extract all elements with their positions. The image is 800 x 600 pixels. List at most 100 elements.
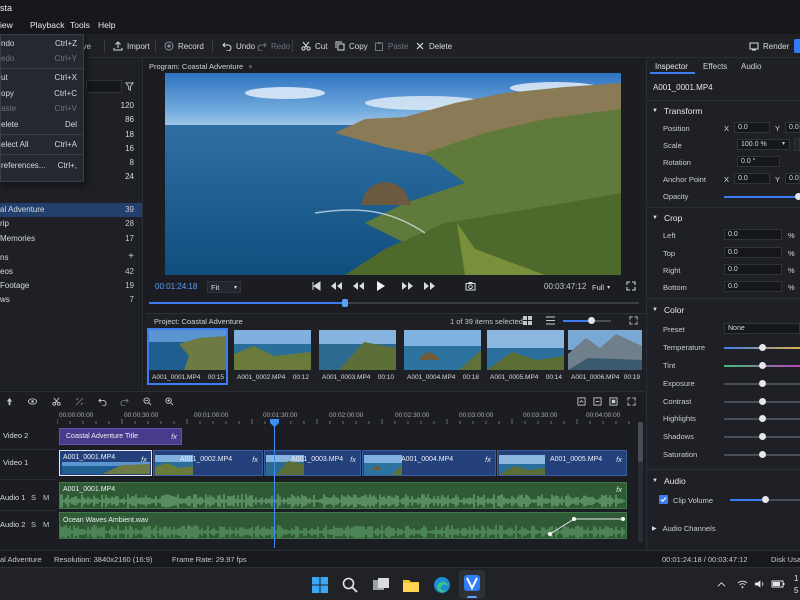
- video-clip[interactable]: A001_0002.MP4 fx: [153, 450, 263, 476]
- menu-item-undo[interactable]: ndo Ctrl+Z: [1, 37, 83, 51]
- link-scale-button[interactable]: [794, 138, 800, 151]
- tab-audio[interactable]: Audio: [741, 62, 761, 71]
- record-button[interactable]: Record: [164, 39, 204, 53]
- tab-inspector[interactable]: Inspector: [655, 62, 688, 71]
- zoom-select[interactable]: Fit ▾: [207, 281, 241, 293]
- fast-forward-button[interactable]: [424, 281, 436, 293]
- paste-button[interactable]: Paste: [374, 39, 408, 53]
- keyframe[interactable]: [548, 532, 552, 536]
- track-header-audio-2[interactable]: Audio 2 S M: [0, 512, 56, 536]
- slider-handle[interactable]: [758, 344, 766, 351]
- slider-handle[interactable]: [758, 415, 766, 422]
- menu-item-select-all[interactable]: elect All Ctrl+A: [1, 138, 83, 152]
- anchor-x-field[interactable]: 0.0: [734, 173, 770, 184]
- transform-section-header[interactable]: ▼ Transform: [652, 106, 702, 116]
- cut-button[interactable]: Cut: [301, 39, 327, 53]
- redo-button[interactable]: Redo: [257, 39, 290, 53]
- bin-clip[interactable]: A001_0002.MP4 00:12: [234, 330, 311, 383]
- eye-icon[interactable]: [28, 397, 37, 406]
- opacity-slider[interactable]: [724, 193, 800, 200]
- menu-item-redo[interactable]: edo Ctrl+Y: [1, 52, 83, 66]
- volume-icon[interactable]: [754, 579, 765, 589]
- menu-help[interactable]: Help: [98, 20, 115, 30]
- import-button[interactable]: Import: [113, 39, 150, 53]
- position-y-field[interactable]: 0.0: [785, 122, 800, 133]
- bin-clip[interactable]: A001_0003.MP4 00:10: [319, 330, 396, 383]
- rotation-field[interactable]: 0.0 °: [737, 156, 780, 167]
- audio-clip[interactable]: Ocean Waves Ambient.wav: [59, 512, 627, 539]
- clip-volume-checkbox[interactable]: [659, 495, 668, 504]
- edge-browser-icon[interactable]: [433, 576, 451, 594]
- quality-select[interactable]: Full ▾: [592, 281, 620, 293]
- bin-clip[interactable]: A001_0006.MP4 00:19: [568, 330, 642, 383]
- smart-bin-item[interactable]: eos 42: [0, 265, 142, 279]
- copy-button[interactable]: Copy: [335, 39, 368, 53]
- add-icon[interactable]: +: [128, 251, 134, 262]
- go-to-start-button[interactable]: [311, 281, 323, 293]
- keyframe[interactable]: [621, 517, 625, 521]
- slider-handle[interactable]: [761, 496, 769, 503]
- bin-clip[interactable]: A001_0001.MP4 00:15: [147, 328, 228, 385]
- bin-clip[interactable]: A001_0004.MP4 00:18: [404, 330, 481, 383]
- smart-bin-item[interactable]: ws 7: [0, 293, 142, 307]
- fx-badge[interactable]: fx: [171, 432, 177, 441]
- program-scrubber[interactable]: [149, 299, 639, 307]
- crop-section-header[interactable]: ▼ Crop: [652, 213, 682, 223]
- solo-button[interactable]: S: [31, 520, 36, 529]
- wifi-icon[interactable]: [737, 579, 748, 589]
- fx-badge[interactable]: fx: [616, 485, 622, 494]
- slider-handle[interactable]: [588, 317, 596, 324]
- track-header-video-2[interactable]: Video 2: [0, 424, 56, 448]
- step-back-button[interactable]: [353, 281, 365, 293]
- menu-item-preferences[interactable]: references... Ctrl+,: [1, 159, 83, 173]
- audio-section-header[interactable]: ▼ Audio: [652, 476, 686, 486]
- zoom-in-icon[interactable]: [165, 397, 174, 406]
- menu-playback[interactable]: Playback: [30, 20, 65, 30]
- contrast-slider[interactable]: [724, 398, 800, 405]
- thumbnail-size-slider[interactable]: [563, 317, 611, 324]
- snapshot-button[interactable]: [465, 281, 477, 293]
- play-button[interactable]: [376, 280, 388, 294]
- menu-item-delete[interactable]: elete Del: [1, 118, 83, 132]
- scrubber-handle[interactable]: [341, 299, 348, 307]
- step-forward-button[interactable]: [402, 281, 414, 293]
- video-clip[interactable]: A001_0003.MP4 fx: [264, 450, 361, 476]
- expand-bin-button[interactable]: [629, 316, 640, 327]
- bin-item-coastal-adventure[interactable]: al Adventure 39: [0, 203, 142, 217]
- redo-icon[interactable]: [120, 397, 129, 406]
- overwrite-icon[interactable]: [609, 397, 618, 406]
- menu-item-copy[interactable]: opy Ctrl+C: [1, 87, 83, 101]
- crop-top-field[interactable]: 0.0: [724, 247, 782, 258]
- render-button[interactable]: Render: [749, 39, 789, 53]
- position-x-field[interactable]: 0.0: [734, 122, 770, 133]
- menu-item-paste[interactable]: aste Ctrl+V: [1, 102, 83, 116]
- fx-badge[interactable]: fx: [141, 455, 147, 464]
- delete-button[interactable]: Delete: [415, 39, 452, 53]
- exposure-slider[interactable]: [724, 380, 800, 387]
- library-search-input[interactable]: [86, 80, 122, 93]
- expand-icon[interactable]: [627, 397, 636, 406]
- slider-handle[interactable]: [758, 433, 766, 440]
- crop-left-field[interactable]: 0.0: [724, 229, 782, 240]
- temperature-slider[interactable]: [724, 344, 800, 351]
- video-clip[interactable]: A001_0005.MP4 fx: [497, 450, 627, 476]
- scrollbar-thumb[interactable]: [638, 422, 643, 462]
- insert-icon[interactable]: [593, 397, 602, 406]
- saturation-slider[interactable]: [724, 451, 800, 458]
- fullscreen-button[interactable]: [626, 281, 638, 293]
- fx-badge[interactable]: fx: [350, 455, 356, 464]
- rewind-button[interactable]: [331, 281, 343, 293]
- menu-item-cut[interactable]: ut Ctrl+X: [1, 71, 83, 85]
- unlink-icon[interactable]: [75, 397, 84, 406]
- slider-handle[interactable]: [758, 398, 766, 405]
- anchor-y-field[interactable]: 0.0: [785, 173, 800, 184]
- marker-icon[interactable]: [577, 397, 586, 406]
- track-header-audio-1[interactable]: Audio 1 S M: [0, 482, 56, 506]
- timeline-vertical-scrollbar[interactable]: [638, 422, 643, 542]
- search-icon[interactable]: [341, 576, 359, 594]
- bin-clip[interactable]: A001_0005.MP4 00:14: [487, 330, 564, 383]
- timeline-playhead[interactable]: [274, 420, 275, 548]
- slider-handle[interactable]: [758, 362, 766, 369]
- bin-item-memories[interactable]: Memories 17: [0, 232, 142, 246]
- solo-button[interactable]: S: [31, 493, 36, 502]
